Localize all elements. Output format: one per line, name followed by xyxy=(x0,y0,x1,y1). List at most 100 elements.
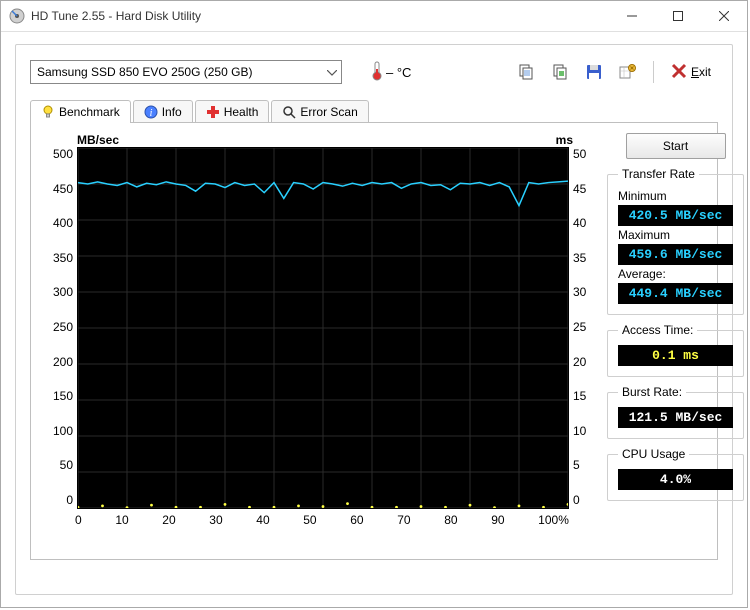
drive-select[interactable]: Samsung SSD 850 EVO 250G (250 GB) xyxy=(30,60,342,84)
tick: 80 xyxy=(444,513,457,527)
tab-label: Info xyxy=(162,105,182,119)
temperature-value: – °C xyxy=(386,65,411,80)
health-icon xyxy=(206,105,220,119)
search-icon xyxy=(282,105,296,119)
start-button[interactable]: Start xyxy=(626,133,726,159)
cpu-usage-group: CPU Usage 4.0% xyxy=(607,447,744,501)
exit-button[interactable]: Exit xyxy=(664,57,718,87)
min-label: Minimum xyxy=(618,189,733,203)
group-legend: Transfer Rate xyxy=(618,167,699,181)
tick: 10 xyxy=(115,513,128,527)
exit-label: Exit xyxy=(691,65,711,79)
titlebar: HD Tune 2.55 - Hard Disk Utility xyxy=(1,1,747,32)
tick: 30 xyxy=(209,513,222,527)
tab-label: Error Scan xyxy=(300,105,357,119)
tab-error-scan[interactable]: Error Scan xyxy=(271,100,368,123)
close-button[interactable] xyxy=(701,1,747,31)
tick: 30 xyxy=(573,285,586,299)
tick: 100 xyxy=(53,424,73,438)
burst-rate-value: 121.5 MB/sec xyxy=(618,407,733,428)
drive-select-value: Samsung SSD 850 EVO 250G (250 GB) xyxy=(37,65,252,79)
content-area: Samsung SSD 850 EVO 250G (250 GB) – °C xyxy=(1,32,747,607)
avg-label: Average: xyxy=(618,267,733,281)
tick: 40 xyxy=(573,216,586,230)
copy-text-button[interactable] xyxy=(511,57,541,87)
svg-text:i: i xyxy=(149,108,152,119)
max-value: 459.6 MB/sec xyxy=(618,244,733,265)
tick: 90 xyxy=(491,513,504,527)
app-window: HD Tune 2.55 - Hard Disk Utility Samsung… xyxy=(0,0,748,608)
access-time-group: Access Time: 0.1 ms xyxy=(607,323,744,377)
chart-top-labels: MB/sec ms xyxy=(77,133,573,147)
tick: 15 xyxy=(573,389,586,403)
window-title: HD Tune 2.55 - Hard Disk Utility xyxy=(31,9,609,23)
tick: 50 xyxy=(303,513,316,527)
copy-screenshot-button[interactable] xyxy=(545,57,575,87)
thermometer-icon xyxy=(372,61,382,84)
y-axis-left-label: MB/sec xyxy=(77,133,119,147)
tab-strip: Benchmark i Info Health xyxy=(30,99,718,122)
tab-benchmark[interactable]: Benchmark xyxy=(30,100,131,123)
tick: 40 xyxy=(256,513,269,527)
chevron-down-icon xyxy=(327,65,337,79)
tick: 5 xyxy=(573,458,580,472)
tick: 25 xyxy=(573,320,586,334)
max-label: Maximum xyxy=(618,228,733,242)
toolbar-buttons: Exit xyxy=(511,57,718,87)
tick: 500 xyxy=(53,147,73,161)
results-column: Start Transfer Rate Minimum 420.5 MB/sec… xyxy=(607,133,744,547)
tick: 250 xyxy=(53,320,73,334)
main-panel: Samsung SSD 850 EVO 250G (250 GB) – °C xyxy=(15,44,733,595)
burst-rate-group: Burst Rate: 121.5 MB/sec xyxy=(607,385,744,439)
tab-label: Health xyxy=(224,105,259,119)
avg-value: 449.4 MB/sec xyxy=(618,283,733,304)
tab-panel-benchmark: MB/sec ms 500 450 400 350 300 250 200 15… xyxy=(30,122,718,560)
toolbar-row: Samsung SSD 850 EVO 250G (250 GB) – °C xyxy=(30,57,718,87)
tick: 60 xyxy=(350,513,363,527)
tick: 450 xyxy=(53,182,73,196)
tick: 350 xyxy=(53,251,73,265)
y-axis-left: 500 450 400 350 300 250 200 150 100 50 0 xyxy=(43,147,73,507)
tick: 10 xyxy=(573,424,586,438)
tick: 100% xyxy=(538,513,569,527)
maximize-button[interactable] xyxy=(655,1,701,31)
tab-info[interactable]: i Info xyxy=(133,100,193,123)
tick: 0 xyxy=(75,513,82,527)
tick: 50 xyxy=(60,458,73,472)
tick: 70 xyxy=(397,513,410,527)
min-value: 420.5 MB/sec xyxy=(618,205,733,226)
tick: 150 xyxy=(53,389,73,403)
group-legend: Burst Rate: xyxy=(618,385,686,399)
lightbulb-icon xyxy=(41,105,55,119)
tick: 400 xyxy=(53,216,73,230)
start-label: Start xyxy=(663,139,688,153)
group-legend: Access Time: xyxy=(618,323,697,337)
cpu-usage-value: 4.0% xyxy=(618,469,733,490)
y-axis-right-label: ms xyxy=(556,133,573,147)
tick: 200 xyxy=(53,355,73,369)
tab-health[interactable]: Health xyxy=(195,100,270,123)
chart-area: MB/sec ms 500 450 400 350 300 250 200 15… xyxy=(43,133,597,547)
transfer-rate-group: Transfer Rate Minimum 420.5 MB/sec Maxim… xyxy=(607,167,744,315)
save-button[interactable] xyxy=(579,57,609,87)
info-icon: i xyxy=(144,105,158,119)
group-legend: CPU Usage xyxy=(618,447,689,461)
tick: 35 xyxy=(573,251,586,265)
app-icon xyxy=(9,8,25,24)
tick: 50 xyxy=(573,147,586,161)
tick: 45 xyxy=(573,182,586,196)
exit-icon xyxy=(671,63,687,82)
minimize-button[interactable] xyxy=(609,1,655,31)
tick: 20 xyxy=(573,355,586,369)
temperature-readout: – °C xyxy=(372,61,411,84)
tick: 20 xyxy=(162,513,175,527)
options-button[interactable] xyxy=(613,57,643,87)
tick: 300 xyxy=(53,285,73,299)
tick: 0 xyxy=(66,493,73,507)
x-axis: 0 10 20 30 40 50 60 70 80 90 100% xyxy=(75,513,569,527)
toolbar-separator xyxy=(653,61,654,83)
chart-canvas xyxy=(77,147,569,509)
y-axis-right: 50 45 40 35 30 25 20 15 10 5 0 xyxy=(573,147,597,507)
tick: 0 xyxy=(573,493,580,507)
access-time-value: 0.1 ms xyxy=(618,345,733,366)
